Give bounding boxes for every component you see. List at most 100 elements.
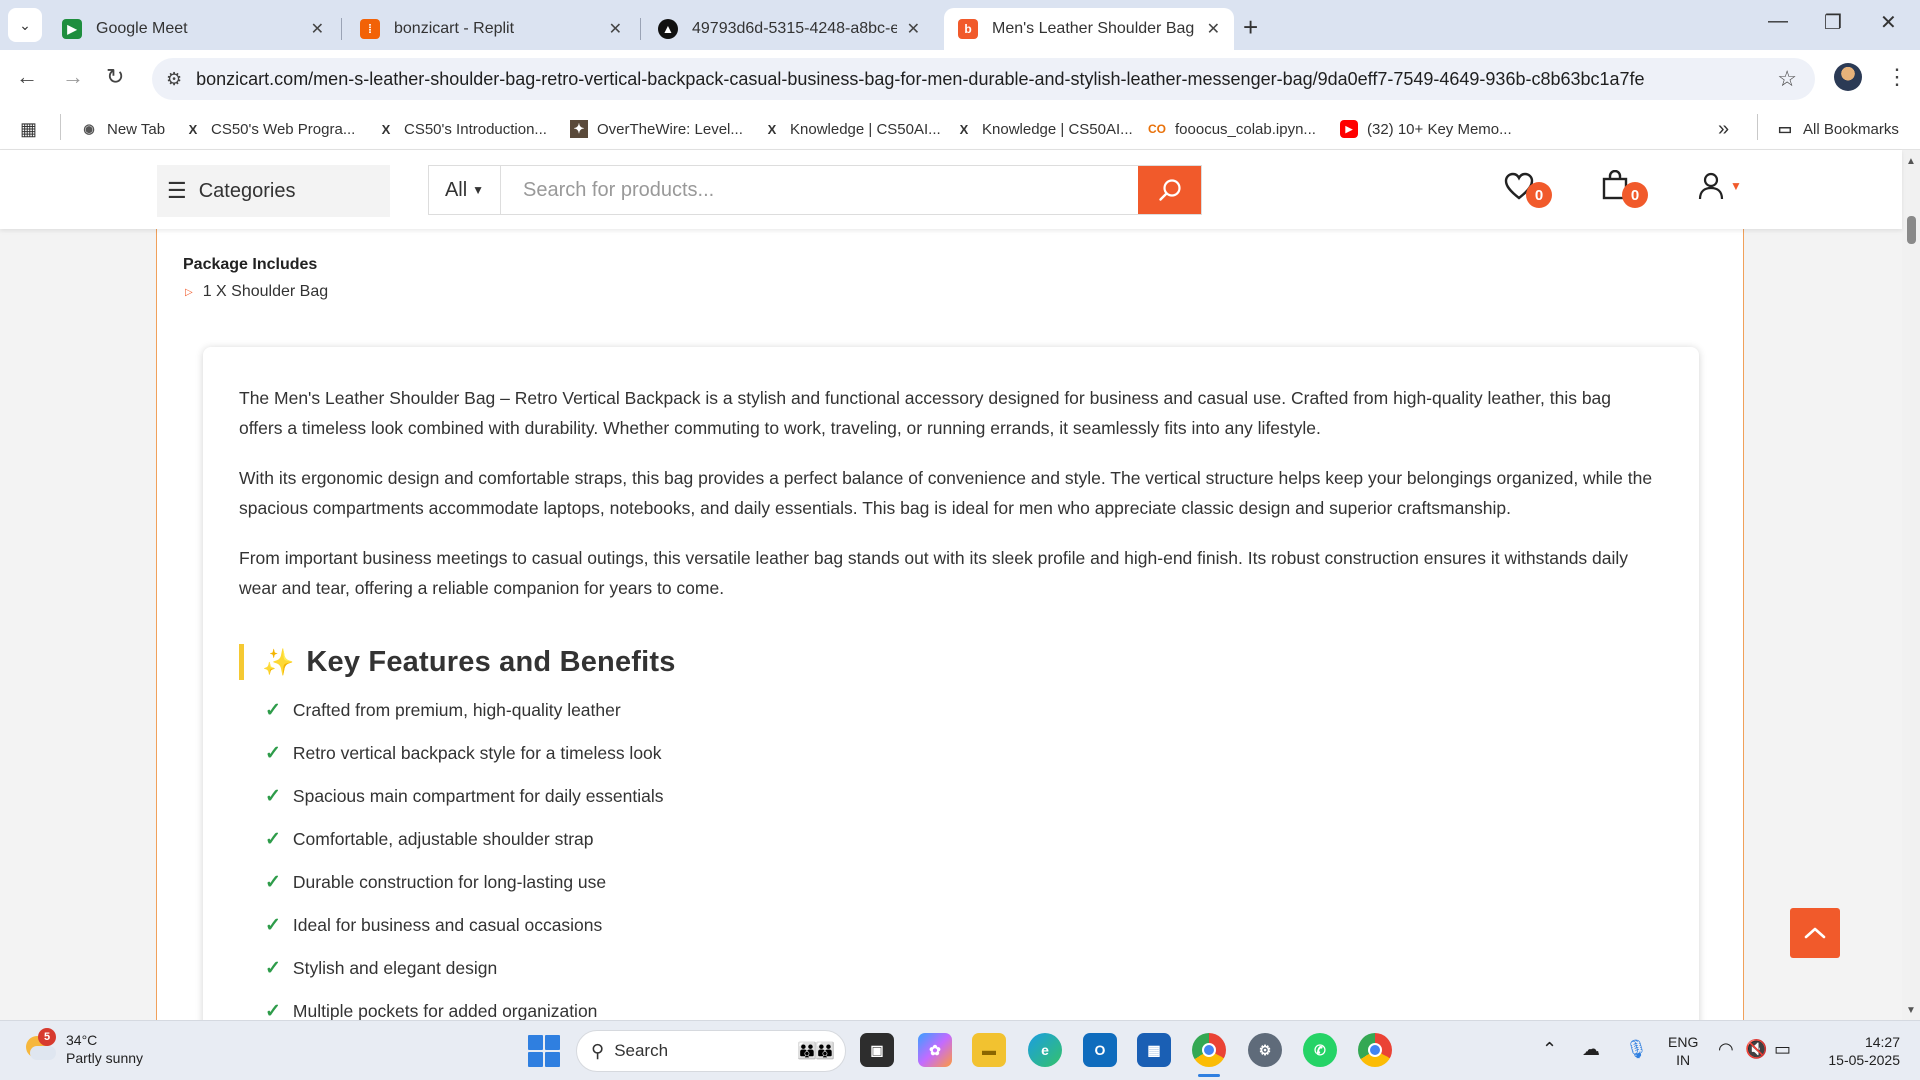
minimize-icon[interactable]: —	[1768, 10, 1788, 33]
account-menu[interactable]: ▼	[1698, 172, 1742, 200]
microphone-icon[interactable]: 🎙	[1625, 1039, 1648, 1060]
language-indicator[interactable]: ENG IN	[1668, 1033, 1698, 1069]
feature-text: Multiple pockets for added organization	[292, 1001, 598, 1020]
package-item: ▷ 1 X Shoulder Bag	[185, 283, 328, 301]
chrome-icon[interactable]	[1192, 1033, 1226, 1067]
overthewire-icon: ✦	[570, 120, 588, 138]
bookmark-knowledge-1[interactable]: X Knowledge | CS50AI...	[763, 116, 941, 142]
search-input[interactable]	[501, 166, 1138, 214]
bookmark-cs50-intro[interactable]: X CS50's Introduction...	[377, 116, 547, 142]
edge-icon[interactable]: e	[1028, 1033, 1062, 1067]
copilot-icon[interactable]: ✿	[918, 1033, 952, 1067]
show-hidden-icons-chevron-icon[interactable]: ⌃	[1542, 1039, 1557, 1060]
microsoft-store-icon[interactable]: ▦	[1137, 1033, 1171, 1067]
categories-menu-button[interactable]: ☰ Categories	[157, 165, 390, 217]
checkmark-icon: ✓	[265, 743, 281, 764]
file-explorer-icon[interactable]: ▬	[972, 1033, 1006, 1067]
search-button[interactable]	[1138, 166, 1201, 214]
bookmark-colab[interactable]: CO fooocus_colab.ipyn...	[1148, 116, 1316, 142]
tab-replit[interactable]: ⁞ bonzicart - Replit ✕	[346, 8, 636, 50]
bookmark-label: New Tab	[107, 120, 166, 138]
chrome-profile-icon[interactable]	[1358, 1033, 1392, 1067]
reload-icon[interactable]: ↻	[106, 64, 124, 90]
task-view-icon[interactable]: ▣	[860, 1033, 894, 1067]
bookmark-knowledge-2[interactable]: X Knowledge | CS50AI...	[955, 116, 1133, 142]
bookmark-overthewire[interactable]: ✦ OverTheWire: Level...	[570, 116, 743, 142]
checkmark-icon: ✓	[265, 872, 281, 893]
scrollbar-thumb[interactable]	[1907, 216, 1916, 244]
taskbar-search[interactable]: ⚲ Search 👪👪	[576, 1030, 846, 1072]
bookmark-youtube[interactable]: ▶ (32) 10+ Key Memo...	[1340, 116, 1512, 142]
description-paragraph: With its ergonomic design and comfortabl…	[239, 468, 1653, 518]
hamburger-icon: ☰	[167, 178, 187, 203]
wifi-icon[interactable]: ◠	[1718, 1039, 1734, 1060]
weather-widget[interactable]: 5 34°C Partly sunny	[22, 1028, 144, 1067]
clock-time: 14:27	[1864, 1034, 1900, 1050]
new-tab-plus-icon[interactable]: +	[1243, 12, 1258, 43]
tab-title: bonzicart - Replit	[394, 20, 515, 37]
search-scope-select[interactable]: All ▼	[429, 166, 501, 214]
feature-item: ✓ Retro vertical backpack style for a tim…	[265, 742, 662, 765]
description-paragraph: The Men's Leather Shoulder Bag – Retro V…	[239, 388, 1612, 438]
site-header: ☰ Categories All ▼ 0 0	[0, 150, 1902, 229]
url-text[interactable]: bonzicart.com/men-s-leather-shoulder-bag…	[196, 69, 1644, 90]
apps-grid-icon[interactable]: ▦	[20, 116, 37, 142]
weather-temp: 34°C	[66, 1032, 98, 1048]
people-illustration-icon: 👪👪	[797, 1043, 835, 1060]
site-info-icon[interactable]: ⚙	[166, 69, 182, 90]
checkmark-icon: ✓	[265, 1001, 281, 1020]
feature-item: ✓ Durable construction for long-lasting u…	[265, 871, 606, 894]
feature-text: Comfortable, adjustable shoulder strap	[292, 829, 594, 849]
whatsapp-icon[interactable]: ✆	[1303, 1033, 1337, 1067]
tab-title: Google Meet	[96, 20, 188, 37]
tab-google-meet[interactable]: ▶ Google Meet ✕	[48, 8, 338, 50]
address-bar[interactable]: ⚙ bonzicart.com/men-s-leather-shoulder-b…	[152, 58, 1815, 100]
back-arrow-icon[interactable]: ←	[16, 64, 38, 90]
replit-icon: ⁞	[360, 19, 380, 39]
tab-mens-leather-bag[interactable]: b Men's Leather Shoulder Bag Re ✕	[944, 8, 1234, 50]
scroll-up-arrow-icon[interactable]: ▲	[1906, 156, 1916, 167]
bookmark-new-tab[interactable]: ◉ New Tab	[80, 116, 165, 142]
tab-separator	[341, 18, 342, 40]
all-bookmarks-folder[interactable]: ▭ All Bookmarks	[1776, 116, 1899, 142]
cart-button[interactable]: 0	[1602, 169, 1648, 208]
close-icon[interactable]: ✕	[609, 19, 622, 39]
back-to-top-button[interactable]	[1790, 908, 1840, 958]
colab-icon: CO	[1148, 122, 1166, 136]
tab-search-button[interactable]: ⌄	[8, 8, 42, 42]
windows-start-button[interactable]	[528, 1035, 560, 1067]
forward-arrow-icon[interactable]: →	[62, 64, 84, 90]
bookmark-star-icon[interactable]: ☆	[1777, 66, 1797, 92]
close-icon[interactable]: ✕	[907, 19, 920, 39]
onedrive-cloud-icon[interactable]: ☁	[1582, 1039, 1600, 1060]
system-clock[interactable]: 14:27 15-05-2025	[1818, 1033, 1900, 1069]
more-bookmarks-icon[interactable]: »	[1718, 116, 1729, 142]
chevron-down-icon: ⌄	[19, 16, 31, 33]
bookmark-label: Knowledge | CS50AI...	[790, 120, 941, 138]
bookmark-cs50-web[interactable]: X CS50's Web Progra...	[184, 116, 356, 142]
close-icon[interactable]: ✕	[1207, 19, 1220, 39]
window-close-icon[interactable]: ✕	[1880, 10, 1897, 35]
youtube-icon: ▶	[1340, 120, 1358, 138]
scroll-down-arrow-icon[interactable]: ▼	[1906, 1005, 1916, 1016]
bookmark-label: CS50's Web Progra...	[211, 120, 356, 138]
checkmark-icon: ✓	[265, 700, 281, 721]
product-search: All ▼	[428, 165, 1202, 215]
close-icon[interactable]: ✕	[311, 19, 324, 39]
settings-gear-icon[interactable]: ⚙	[1248, 1033, 1282, 1067]
x-logo-icon: X	[959, 121, 969, 137]
speaker-muted-icon[interactable]: 🔇	[1745, 1039, 1767, 1060]
meet-icon: ▶	[62, 19, 82, 39]
browser-menu-icon[interactable]: ⋮	[1886, 64, 1908, 90]
x-logo-icon: X	[188, 121, 198, 137]
battery-icon[interactable]: ▭	[1774, 1039, 1791, 1060]
restore-icon[interactable]: ❐	[1824, 10, 1842, 35]
profile-avatar[interactable]	[1834, 63, 1862, 91]
page-scrollbar[interactable]: ▲ ▼	[1902, 150, 1920, 1020]
lang-code: ENG	[1668, 1034, 1699, 1050]
tab-uuid[interactable]: ▲ 49793d6d-5315-4248-a8bc-ee5 ✕	[644, 8, 934, 50]
weather-desc: Partly sunny	[66, 1050, 144, 1066]
wishlist-button[interactable]: 0	[1504, 172, 1552, 208]
tab-title: 49793d6d-5315-4248-a8bc-ee5	[692, 20, 897, 37]
outlook-icon[interactable]: O	[1083, 1033, 1117, 1067]
